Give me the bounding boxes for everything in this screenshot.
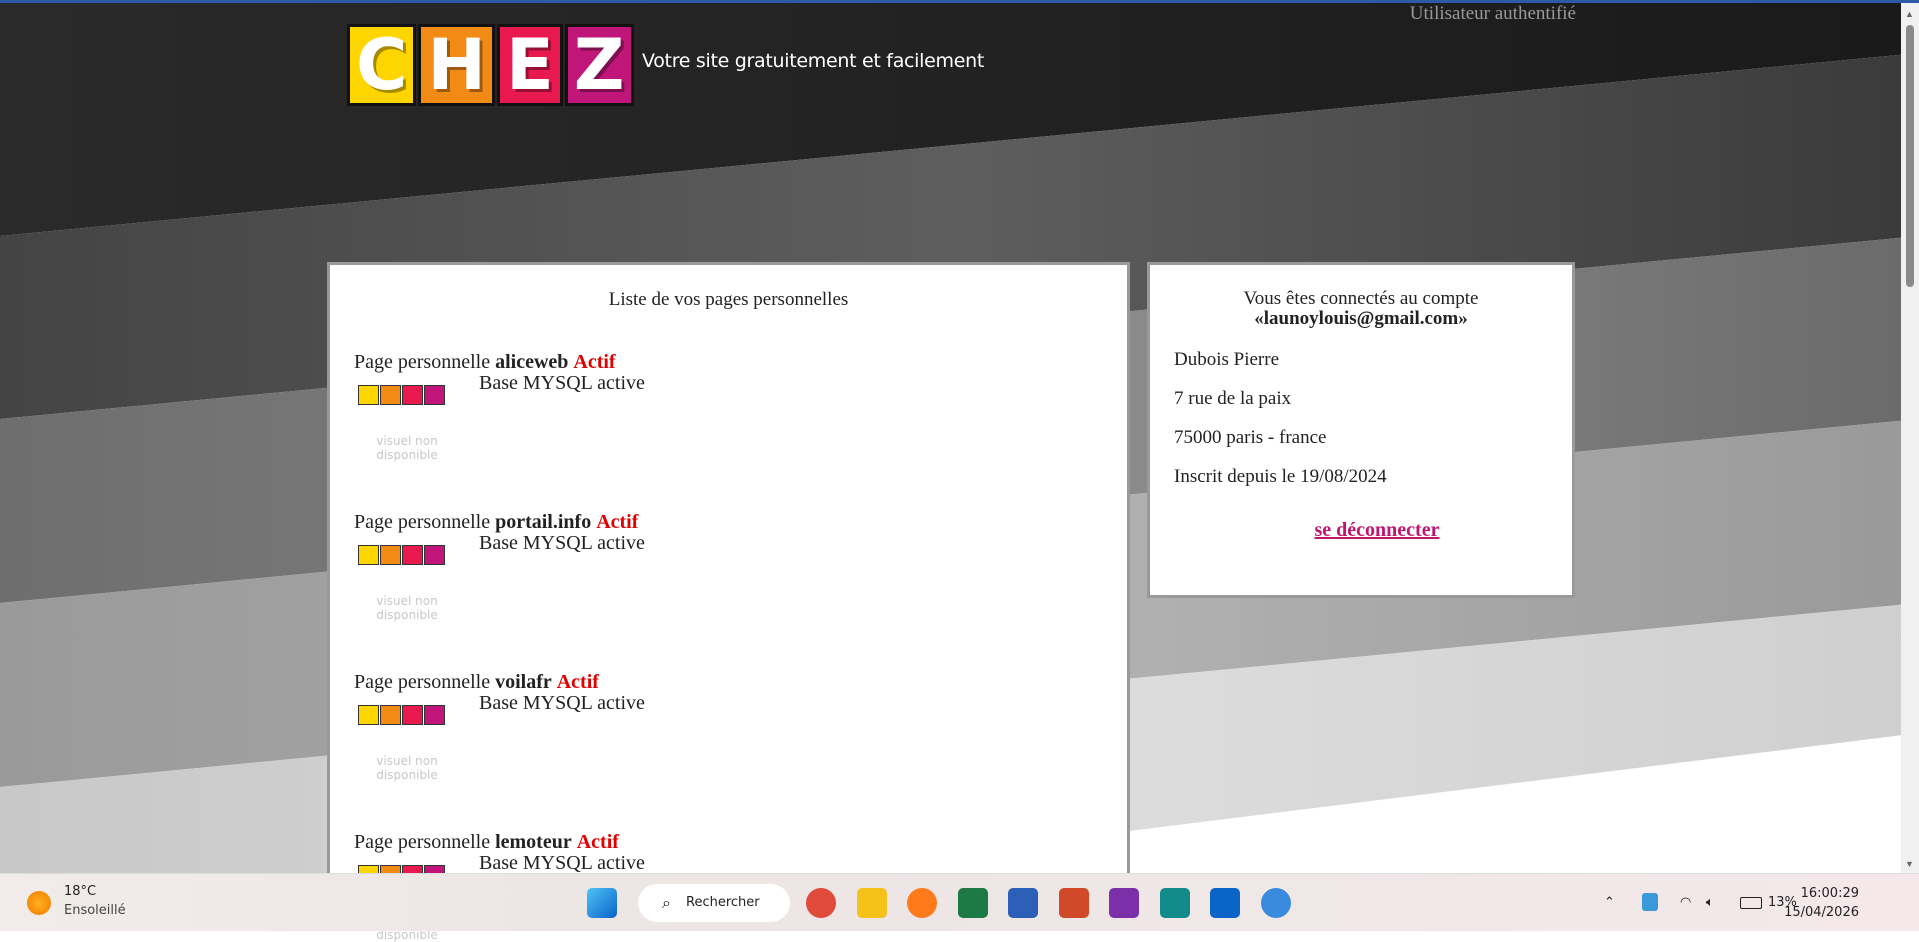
powerpoint-icon[interactable] — [1058, 888, 1089, 918]
chrome-profile-icon[interactable] — [1260, 888, 1291, 918]
file-explorer-icon[interactable] — [856, 888, 887, 918]
clock[interactable]: 16:00:29 15/04/2026 — [1784, 884, 1859, 922]
start-icon[interactable] — [587, 888, 617, 918]
personal-page-entry: Page personnelle portail.info Actif Base… — [354, 511, 645, 622]
logout-link[interactable]: se déconnecter — [1150, 519, 1572, 542]
status-badge: Actif — [556, 671, 599, 693]
battery-icon[interactable] — [1740, 897, 1762, 909]
db-status: Base MYSQL active — [479, 692, 645, 714]
account-email: «launoylouis@gmail.com» — [1254, 308, 1468, 329]
page-name[interactable]: portail.info — [495, 511, 591, 533]
chrome-icon[interactable] — [806, 888, 836, 918]
user-name: Dubois Pierre — [1174, 349, 1280, 370]
outlook-icon[interactable] — [1210, 888, 1240, 918]
wifi-icon[interactable]: ◠ — [1680, 895, 1691, 910]
db-status: Base MYSQL active — [479, 852, 645, 874]
entry-prefix: Page personnelle — [354, 511, 491, 533]
excel-icon[interactable] — [957, 888, 988, 918]
entry-prefix: Page personnelle — [354, 831, 491, 853]
status-badge: Actif — [573, 351, 616, 373]
user-address: 7 rue de la paix — [1174, 388, 1292, 409]
connected-label: Vous êtes connectés au compte — [1243, 288, 1479, 309]
weather-sun-icon[interactable] — [27, 891, 51, 915]
chevron-up-icon[interactable]: ⌃ — [1604, 895, 1615, 910]
logo-letter: C — [347, 24, 417, 106]
preview-unavailable: visuel non disponible — [376, 594, 438, 622]
onenote-icon[interactable] — [1109, 888, 1139, 918]
security-icon[interactable] — [1642, 893, 1658, 911]
search-label: Rechercher — [686, 895, 760, 910]
temperature[interactable]: 18°C — [64, 884, 96, 899]
chez-mini-logo — [358, 545, 445, 565]
personal-page-entry: Page personnelle voilafr Actif Base MYSQ… — [354, 671, 645, 782]
personal-pages-panel: Liste de vos pages personnelles Page per… — [327, 262, 1130, 942]
scroll-up-icon[interactable]: ▲ — [1905, 9, 1914, 19]
scroll-down-icon[interactable]: ▼ — [1905, 859, 1914, 869]
entry-prefix: Page personnelle — [354, 671, 491, 693]
date: 15/04/2026 — [1784, 905, 1859, 920]
weather-text[interactable]: Ensoleillé — [64, 903, 126, 918]
panel-title: Liste de vos pages personnelles — [608, 289, 849, 310]
chez-mini-logo — [358, 385, 445, 405]
chez-logo[interactable]: C H E Z — [347, 24, 634, 106]
time: 16:00:29 — [1800, 886, 1859, 901]
account-panel: Vous êtes connectés au compte «launoylou… — [1147, 262, 1575, 598]
personal-page-entry: Page personnelle aliceweb Actif Base MYS… — [354, 351, 645, 462]
page-name[interactable]: voilafr — [495, 671, 552, 693]
member-since: Inscrit depuis le 19/08/2024 — [1174, 466, 1387, 487]
page-name[interactable]: lemoteur — [495, 831, 572, 853]
volume-icon[interactable]: 🔈︎ — [1706, 895, 1714, 910]
chez-mini-logo — [358, 705, 445, 725]
user-city: 75000 paris - france — [1174, 427, 1327, 448]
user-status: Utilisateur authentifié — [1409, 3, 1576, 24]
entry-prefix: Page personnelle — [354, 351, 491, 373]
scrollbar-thumb[interactable] — [1906, 25, 1914, 287]
status-badge: Actif — [596, 511, 639, 533]
taskbar: 18°C Ensoleillé ⌕ Rechercher ⌃ ◠ 🔈︎ 13% 1… — [0, 873, 1919, 931]
db-status: Base MYSQL active — [479, 372, 645, 394]
status-badge: Actif — [576, 831, 619, 853]
scrollbar[interactable]: ▲ ▼ — [1901, 3, 1919, 873]
page-name[interactable]: aliceweb — [495, 351, 568, 373]
preview-unavailable: visuel non disponible — [376, 754, 438, 782]
firefox-icon[interactable] — [907, 888, 937, 918]
taskbar-search[interactable]: ⌕ Rechercher — [638, 884, 790, 922]
publisher-icon[interactable] — [1159, 888, 1190, 918]
word-icon[interactable] — [1008, 888, 1038, 918]
logo-letter: H — [418, 24, 495, 106]
search-icon: ⌕ — [662, 893, 671, 912]
db-status: Base MYSQL active — [479, 532, 645, 554]
personal-page-entry: Page personnelle lemoteur Actif Base MYS… — [354, 831, 645, 942]
logo-letter: Z — [564, 24, 634, 106]
preview-unavailable: visuel non disponible — [376, 434, 438, 462]
tagline: Votre site gratuitement et facilement — [642, 50, 985, 72]
logo-letter: E — [496, 24, 563, 106]
